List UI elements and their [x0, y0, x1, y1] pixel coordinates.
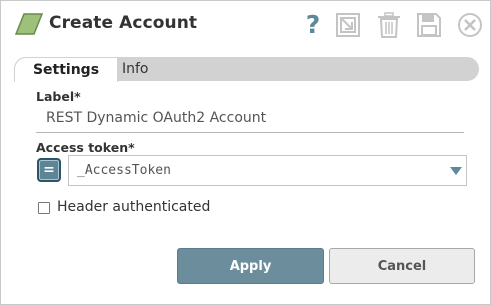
expression-toggle-button[interactable]: = — [37, 158, 61, 182]
header-authenticated-label[interactable]: Header authenticated — [57, 199, 210, 215]
access-token-select[interactable]: _AccessToken — [68, 155, 467, 186]
chevron-down-icon — [450, 167, 462, 175]
trash-icon — [378, 12, 400, 38]
help-glyph: ? — [305, 10, 321, 39]
apply-button[interactable]: Apply — [177, 248, 324, 284]
dialog-header: Create Account ? — [1, 1, 490, 49]
export-icon-graphic — [336, 13, 360, 37]
label-input[interactable]: REST Dynamic OAuth2 Account — [36, 104, 464, 133]
export-icon[interactable] — [334, 11, 362, 39]
tab-info[interactable]: Info — [122, 57, 149, 81]
delete-icon[interactable] — [376, 11, 402, 39]
create-account-dialog: Create Account ? Settings Info Label* RE… — [0, 0, 491, 305]
access-token-value: _AccessToken — [77, 163, 171, 178]
close-icon[interactable] — [456, 11, 484, 39]
access-token-label: Access token* — [36, 140, 135, 155]
tab-settings[interactable]: Settings — [14, 57, 118, 82]
tab-bar: Settings Info — [14, 57, 479, 82]
label-field-label: Label* — [36, 89, 81, 104]
equals-icon: = — [43, 162, 55, 178]
help-icon[interactable]: ? — [304, 11, 322, 39]
header-authenticated-checkbox[interactable] — [38, 202, 50, 214]
close-circle-icon — [458, 13, 482, 37]
app-logo-icon — [15, 13, 43, 35]
cancel-button[interactable]: Cancel — [329, 248, 475, 284]
dialog-title: Create Account — [49, 13, 198, 33]
save-icon[interactable] — [415, 11, 443, 39]
floppy-disk-icon — [417, 13, 441, 37]
